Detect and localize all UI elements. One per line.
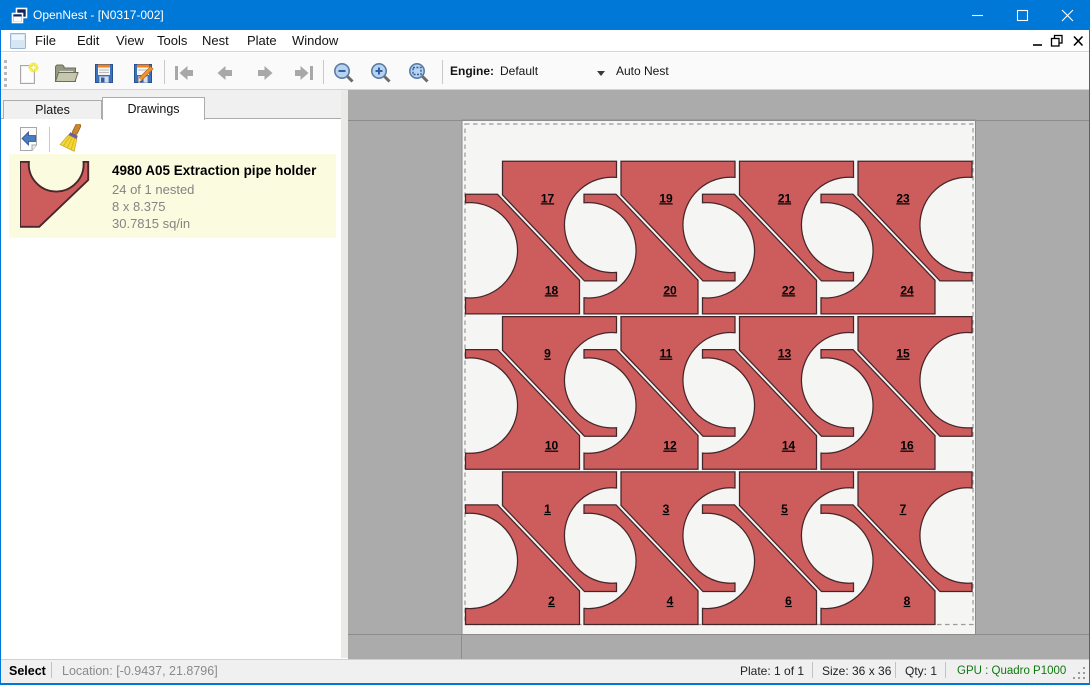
svg-text:18: 18 — [545, 283, 559, 297]
svg-text:8: 8 — [904, 594, 911, 608]
svg-text:3: 3 — [663, 502, 670, 516]
svg-text:9: 9 — [544, 347, 551, 361]
svg-text:17: 17 — [541, 191, 555, 205]
svg-text:4: 4 — [667, 594, 674, 608]
svg-text:12: 12 — [663, 439, 677, 453]
svg-text:5: 5 — [781, 502, 788, 516]
svg-text:11: 11 — [660, 347, 673, 361]
svg-text:16: 16 — [900, 439, 914, 453]
svg-text:7: 7 — [900, 502, 907, 516]
svg-text:20: 20 — [663, 283, 677, 297]
svg-text:21: 21 — [778, 191, 792, 205]
svg-text:19: 19 — [659, 191, 673, 205]
svg-text:1: 1 — [544, 502, 551, 516]
svg-text:6: 6 — [785, 594, 792, 608]
svg-text:10: 10 — [545, 439, 559, 453]
svg-text:15: 15 — [896, 347, 910, 361]
svg-text:23: 23 — [896, 191, 910, 205]
svg-text:14: 14 — [782, 439, 796, 453]
svg-text:2: 2 — [548, 594, 555, 608]
svg-text:13: 13 — [778, 347, 792, 361]
svg-text:24: 24 — [900, 283, 914, 297]
svg-text:22: 22 — [782, 283, 796, 297]
